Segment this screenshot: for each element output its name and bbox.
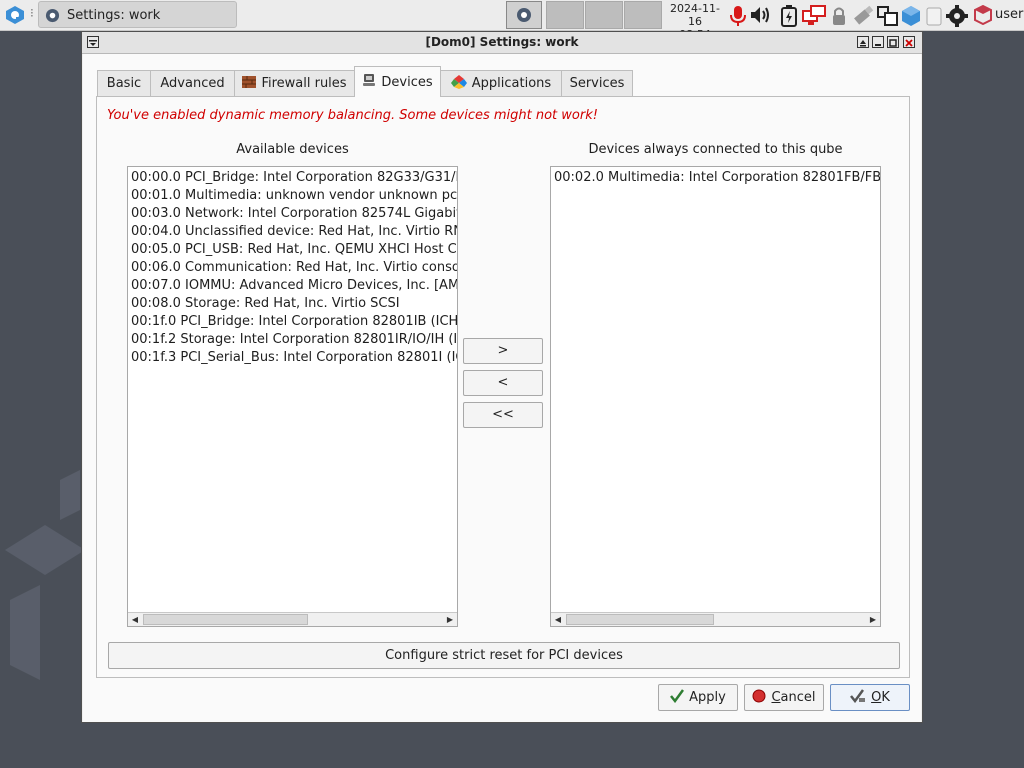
network-icon[interactable] [802, 5, 826, 25]
list-item[interactable]: 00:08.0 Storage: Red Hat, Inc. Virtio SC… [131, 295, 457, 313]
list-item[interactable]: 00:04.0 Unclassified device: Red Hat, In… [131, 223, 457, 241]
user-menu[interactable]: user [995, 7, 1023, 22]
apply-button[interactable]: Apply [658, 684, 738, 711]
microphone-icon[interactable] [728, 5, 748, 26]
tab-label: Basic [106, 76, 142, 91]
window-titlebar[interactable]: [Dom0] Settings: work [82, 32, 922, 54]
list-item[interactable]: 00:00.0 PCI_Bridge: Intel Corporation 82… [131, 169, 457, 187]
ok-label-rest: K [881, 690, 890, 705]
available-devices-list[interactable]: 00:00.0 PCI_Bridge: Intel Corporation 82… [127, 166, 458, 627]
updates-gear-icon[interactable] [946, 5, 968, 27]
list-item[interactable]: 00:03.0 Network: Intel Corporation 82574… [131, 205, 457, 223]
battery-icon[interactable] [780, 5, 800, 27]
devices-icon [362, 73, 376, 91]
list-item[interactable]: 00:1f.3 PCI_Serial_Bus: Intel Corporatio… [131, 349, 457, 367]
workspace-separator: ⁝ [30, 6, 34, 20]
taskbar-label: Settings: work [67, 8, 161, 23]
workspace-4[interactable] [624, 1, 662, 29]
tab-firewall-rules[interactable]: Firewall rules [234, 70, 355, 96]
close-icon[interactable] [903, 36, 915, 48]
list-item[interactable]: 00:02.0 Multimedia: Intel Corporation 82… [554, 169, 880, 187]
configure-strict-reset-button[interactable]: Configure strict reset for PCI devices [108, 642, 900, 669]
user-qube-icon[interactable] [973, 4, 993, 26]
tab-label: Applications [471, 76, 552, 91]
list-item[interactable]: 00:01.0 Multimedia: unknown vendor unkno… [131, 187, 457, 205]
top-panel: ⁝ Settings: work 2024-11-16 08:54 [0, 0, 1024, 41]
tab-advanced[interactable]: Advanced [150, 70, 235, 96]
usb-device-icon[interactable] [852, 5, 874, 25]
scroll-left-icon[interactable]: ◀ [551, 613, 565, 626]
scroll-thumb[interactable] [143, 614, 308, 625]
tab-label: Firewall rules [261, 76, 347, 91]
apply-label: Apply [689, 690, 726, 705]
qube-domains-icon[interactable] [900, 5, 920, 26]
list-item[interactable]: 00:1f.2 Storage: Intel Corporation 82801… [131, 331, 457, 349]
ok-checkmark-icon [850, 688, 866, 707]
qubes-menu-icon[interactable] [4, 5, 26, 25]
available-horizontal-scrollbar[interactable]: ◀ ▶ [128, 612, 457, 626]
window-indicator[interactable] [506, 1, 542, 29]
shade-icon[interactable] [857, 36, 869, 48]
workspace-2[interactable] [546, 1, 584, 29]
window-title: [Dom0] Settings: work [425, 35, 579, 49]
ok-label: OK [871, 690, 890, 705]
cancel-button[interactable]: Cancel [744, 684, 824, 711]
ok-button[interactable]: OK [830, 684, 910, 711]
connected-horizontal-scrollbar[interactable]: ◀ ▶ [551, 612, 880, 626]
list-item[interactable]: 00:05.0 PCI_USB: Red Hat, Inc. QEMU XHCI… [131, 241, 457, 259]
tab-basic[interactable]: Basic [97, 70, 151, 96]
tab-label: Devices [381, 74, 433, 90]
scroll-right-icon[interactable]: ▶ [443, 613, 457, 626]
tab-label: Services [569, 76, 625, 91]
tab-applications[interactable]: Applications [440, 70, 562, 96]
workspace-3[interactable] [585, 1, 623, 29]
clock-date: 2024-11-16 [670, 2, 720, 28]
cancel-label-rest: ancel [780, 690, 816, 705]
tab-devices[interactable]: Devices [354, 66, 441, 97]
volume-icon[interactable] [749, 5, 769, 25]
memory-balancing-warning: You've enabled dynamic memory balancing.… [107, 108, 598, 123]
dialog-body: Basic Advanced Firewall rules Devices Ap… [83, 54, 921, 722]
cancel-mnemonic: C [771, 690, 781, 705]
clipboard-icon[interactable] [924, 5, 944, 26]
settings-gear-icon [516, 7, 532, 27]
maximize-icon[interactable] [887, 36, 899, 48]
tab-services[interactable]: Services [561, 70, 633, 96]
checkmark-icon [670, 688, 685, 707]
scroll-right-icon[interactable]: ▶ [866, 613, 880, 626]
scroll-left-icon[interactable]: ◀ [128, 613, 142, 626]
tab-label: Advanced [160, 76, 225, 91]
available-devices-title: Available devices [236, 142, 349, 157]
settings-window: [Dom0] Settings: work Basic Advanced Fir… [81, 31, 923, 723]
lock-icon[interactable] [830, 5, 850, 25]
minimize-icon[interactable] [872, 36, 884, 48]
list-item[interactable]: 00:07.0 IOMMU: Advanced Micro Devices, I… [131, 277, 457, 295]
stop-icon [752, 689, 766, 707]
window-switch-icon[interactable] [876, 5, 898, 26]
add-device-button[interactable]: > [463, 338, 543, 364]
remove-device-button[interactable]: < [463, 370, 543, 396]
ok-mnemonic: O [871, 690, 882, 705]
connected-devices-list[interactable]: 00:02.0 Multimedia: Intel Corporation 82… [550, 166, 881, 627]
taskbar-settings-work[interactable]: Settings: work [38, 1, 237, 28]
list-item[interactable]: 00:06.0 Communication: Red Hat, Inc. Vir… [131, 259, 457, 277]
cancel-label: Cancel [771, 690, 815, 705]
qubes-logo-watermark [5, 470, 85, 680]
settings-gear-icon [45, 8, 60, 27]
firewall-icon [242, 75, 257, 92]
connected-devices-title: Devices always connected to this qube [588, 142, 843, 157]
list-item[interactable]: 00:1f.0 PCI_Bridge: Intel Corporation 82… [131, 313, 457, 331]
remove-all-devices-button[interactable]: << [463, 402, 543, 428]
devices-tab-pane: You've enabled dynamic memory balancing.… [96, 96, 910, 678]
scroll-thumb[interactable] [566, 614, 714, 625]
applications-icon [450, 74, 467, 93]
